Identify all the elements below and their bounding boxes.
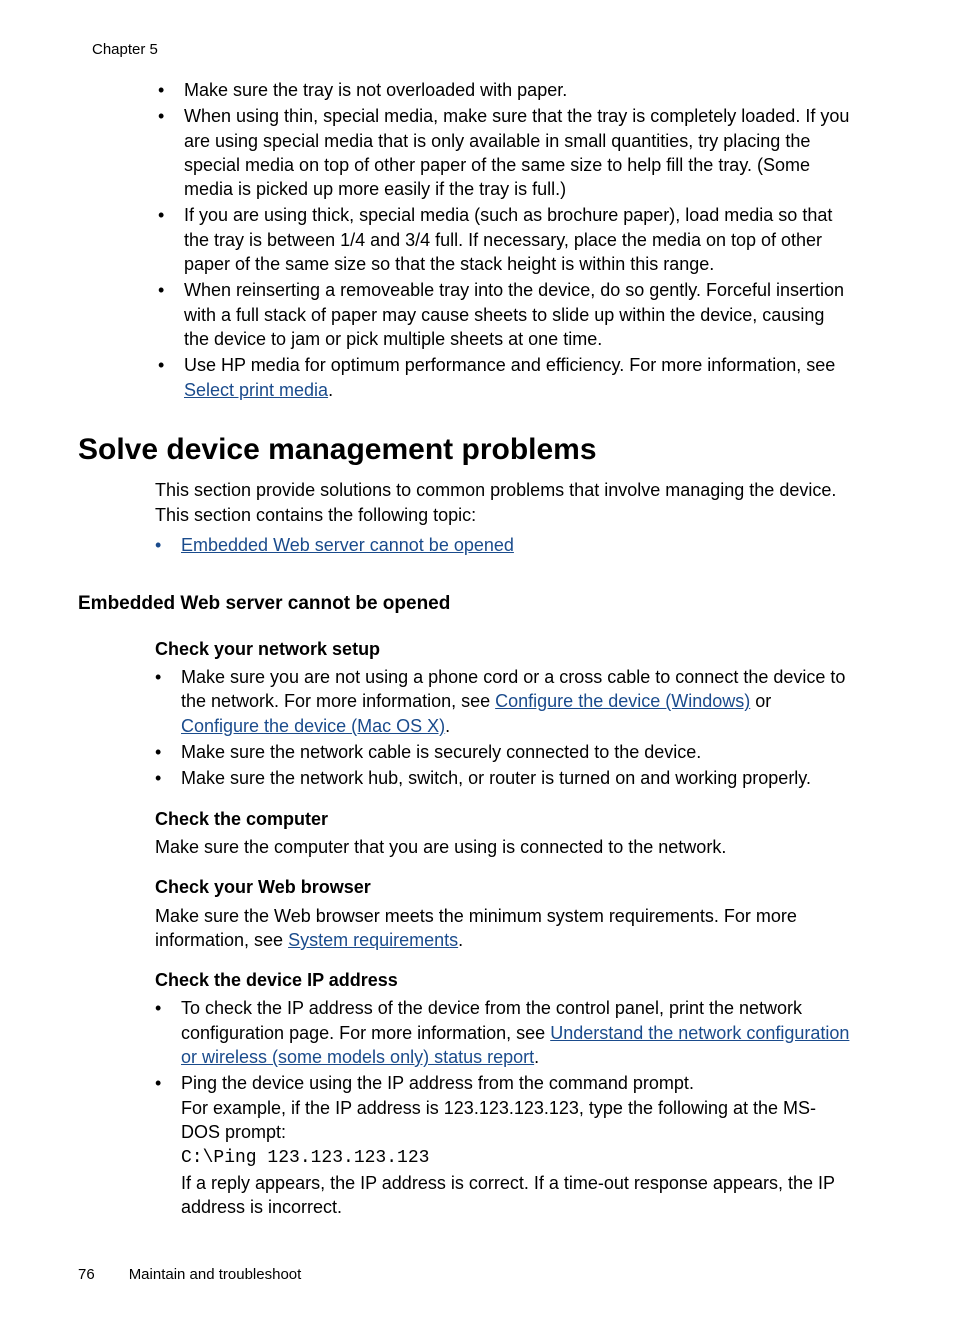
list-item: When reinserting a removeable tray into … — [158, 278, 854, 351]
text: If a reply appears, the IP address is co… — [181, 1173, 835, 1217]
system-requirements-link[interactable]: System requirements — [288, 930, 458, 950]
ews-cannot-open-link[interactable]: Embedded Web server cannot be opened — [181, 535, 514, 555]
page-content: Make sure the tray is not overloaded wit… — [78, 78, 854, 1235]
code-example: C:\Ping 123.123.123.123 — [181, 1148, 429, 1168]
toc-list: Embedded Web server cannot be opened — [78, 533, 854, 557]
list-item: Make sure the network cable is securely … — [155, 740, 854, 764]
page-footer: 76 Maintain and troubleshoot — [78, 1265, 301, 1285]
section-intro: This section provide solutions to common… — [155, 478, 854, 527]
select-print-media-link[interactable]: Select print media — [184, 380, 328, 400]
list-item: Ping the device using the IP address fro… — [155, 1071, 854, 1219]
subheading: Check the computer — [155, 807, 854, 831]
text: Make sure the Web browser meets the mini… — [155, 906, 797, 950]
text: For example, if the IP address is 123.12… — [181, 1098, 816, 1142]
tips-list: Make sure the tray is not overloaded wit… — [78, 78, 854, 402]
configure-device-windows-link[interactable]: Configure the device (Windows) — [495, 691, 750, 711]
subheading: Check the device IP address — [155, 968, 854, 992]
page-header-chapter: Chapter 5 — [92, 40, 158, 60]
text: . — [534, 1047, 539, 1067]
list-item: Use HP media for optimum performance and… — [158, 353, 854, 402]
check-ip-list: To check the IP address of the device fr… — [155, 996, 854, 1219]
text: Make sure the computer that you are usin… — [155, 835, 854, 859]
check-computer-block: Check the computer Make sure the compute… — [155, 807, 854, 860]
footer-title: Maintain and troubleshoot — [129, 1266, 302, 1283]
text: or — [750, 691, 771, 711]
list-item: Make sure the network hub, switch, or ro… — [155, 766, 854, 790]
check-network-setup-block: Check your network setup Make sure you a… — [155, 637, 854, 791]
list-item: Make sure you are not using a phone cord… — [155, 665, 854, 738]
text: Make sure the Web browser meets the mini… — [155, 904, 854, 953]
text: Ping the device using the IP address fro… — [181, 1073, 694, 1093]
check-browser-block: Check your Web browser Make sure the Web… — [155, 875, 854, 952]
heading-ews-cannot-open: Embedded Web server cannot be opened — [78, 591, 854, 617]
text: . — [328, 380, 333, 400]
configure-device-macosx-link[interactable]: Configure the device (Mac OS X) — [181, 716, 445, 736]
list-item: To check the IP address of the device fr… — [155, 996, 854, 1069]
list-item: When using thin, special media, make sur… — [158, 104, 854, 201]
check-ip-block: Check the device IP address To check the… — [155, 968, 854, 1219]
network-setup-list: Make sure you are not using a phone cord… — [155, 665, 854, 790]
list-item: If you are using thick, special media (s… — [158, 203, 854, 276]
toc-item: Embedded Web server cannot be opened — [155, 533, 854, 557]
subheading: Check your network setup — [155, 637, 854, 661]
text: . — [445, 716, 450, 736]
text: . — [458, 930, 463, 950]
heading-solve-device-management: Solve device management problems — [78, 430, 854, 471]
text: Use HP media for optimum performance and… — [184, 355, 835, 375]
list-item: Make sure the tray is not overloaded wit… — [158, 78, 854, 102]
page-number: 76 — [78, 1266, 95, 1283]
subheading: Check your Web browser — [155, 875, 854, 899]
